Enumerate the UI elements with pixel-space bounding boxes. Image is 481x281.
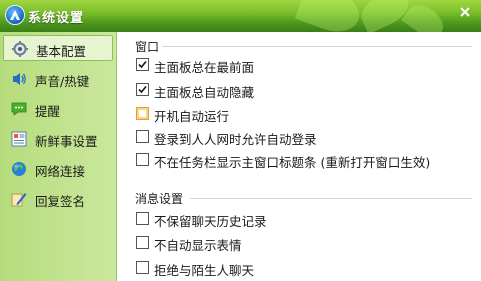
sidebar-item-reply-signature[interactable]: 回复签名 [3, 186, 113, 212]
checkbox[interactable] [136, 130, 149, 143]
checkbox[interactable] [136, 236, 149, 249]
settings-content: 窗口 主面板总在最前面 主面板总自动隐藏 开机自动运行 登录到人人网时允许自动登… [118, 32, 481, 281]
check-icon [138, 60, 147, 69]
sidebar-item-label: 基本配置 [36, 44, 87, 59]
chat-bubble-icon [11, 102, 27, 116]
settings-sidebar: 基本配置 声音/热键 提醒 新鲜事设置 网络连接 回复签名 [0, 32, 117, 281]
sidebar-item-network[interactable]: 网络连接 [3, 156, 113, 182]
checkbox[interactable] [136, 153, 149, 166]
title-bar: 系统设置 [0, 0, 481, 32]
group-title-window: 窗口 [135, 40, 160, 54]
leaf-decoration [294, 0, 366, 32]
option-label: 拒绝与陌生人聊天 [154, 263, 255, 278]
group-divider [190, 198, 472, 199]
option-label: 不在任务栏显示主窗口标题条 (重新打开窗口生效) [154, 155, 431, 170]
option-label: 主面板总在最前面 [154, 60, 255, 75]
sidebar-item-label: 声音/热键 [35, 74, 90, 89]
option-label: 不自动显示表情 [154, 238, 242, 253]
option-label: 不保留聊天历史记录 [154, 214, 267, 229]
sidebar-item-label: 回复签名 [35, 194, 86, 209]
pen-icon [11, 193, 27, 207]
sidebar-item-reminder[interactable]: 提醒 [3, 96, 113, 122]
option-label: 开机自动运行 [154, 109, 230, 124]
checkbox[interactable] [136, 107, 149, 120]
close-button[interactable] [455, 3, 475, 21]
checkbox[interactable] [136, 261, 149, 274]
sidebar-item-sound-hotkey[interactable]: 声音/热键 [3, 66, 113, 92]
globe-icon [12, 162, 26, 176]
sidebar-item-label: 网络连接 [35, 164, 86, 179]
speaker-icon [13, 73, 26, 85]
group-title-message: 消息设置 [135, 192, 184, 206]
checkbox[interactable] [136, 212, 149, 225]
option-label: 登录到人人网时允许自动登录 [154, 132, 317, 147]
news-icon [11, 131, 27, 147]
close-icon[interactable] [460, 7, 470, 17]
sidebar-item-news-settings[interactable]: 新鲜事设置 [3, 126, 113, 152]
sidebar-item-label: 提醒 [35, 104, 61, 119]
sidebar-item-label: 新鲜事设置 [35, 134, 98, 149]
option-label: 主面板总自动隐藏 [154, 85, 255, 100]
group-divider [162, 46, 472, 47]
sidebar-item-basic-config[interactable]: 基本配置 [3, 35, 113, 61]
checkbox[interactable] [136, 58, 149, 71]
check-icon [138, 85, 147, 94]
window-title: 系统设置 [28, 11, 85, 26]
checkbox[interactable] [136, 83, 149, 96]
app-logo-icon [5, 5, 25, 25]
gear-icon [12, 41, 28, 57]
